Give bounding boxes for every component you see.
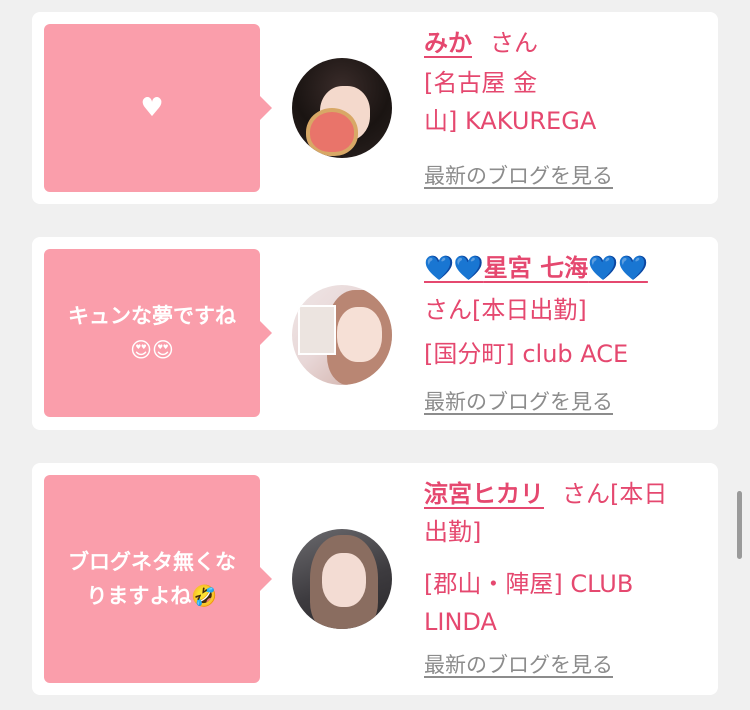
honorific-status: さん[本日 <box>562 480 668 508</box>
comment-text: りますよね🤣 <box>86 584 218 608</box>
avatar-photo-prop <box>298 305 336 355</box>
scrollbar[interactable] <box>737 491 742 559</box>
blog-card[interactable]: ブログネタ無くな りますよね🤣 涼宮ヒカリ さん[本日 出勤] [郡山・陣屋] C… <box>32 463 718 695</box>
honorific-status: 出勤] <box>424 518 482 546</box>
latest-blog-link[interactable]: 最新のブログを見る <box>424 386 613 416</box>
cast-name: 星宮 七海 <box>483 254 589 282</box>
heart-cookie-icon <box>306 108 358 156</box>
blue-heart-icon: 💙💙 <box>424 254 484 282</box>
comment-bubble: ブログネタ無くな りますよね🤣 <box>44 475 272 683</box>
blog-card[interactable]: ♥ みか さん [名古屋 金 山] KAKUREGA 最新のブログを見る <box>32 12 718 204</box>
avatar[interactable] <box>292 58 392 158</box>
comment-text: ブログネタ無くな <box>68 550 236 574</box>
avatar[interactable] <box>292 285 392 385</box>
comment-text: ♥ <box>140 93 164 123</box>
shop-name: [名古屋 金 <box>424 69 537 97</box>
cast-info: 涼宮ヒカリ さん[本日 出勤] [郡山・陣屋] CLUB LINDA <box>424 475 704 641</box>
honorific-status: さん[本日出勤] <box>424 296 587 324</box>
cast-info: 💙💙星宮 七海💙💙 さん[本日出勤] [国分町] club ACE <box>424 249 704 373</box>
bubble-tail <box>260 567 272 591</box>
blue-heart-icon: 💙💙 <box>588 254 648 282</box>
cast-info: みか さん [名古屋 金 山] KAKUREGA <box>424 24 704 140</box>
bubble-tail <box>260 96 272 120</box>
shop-name: LINDA <box>424 608 497 636</box>
latest-blog-link[interactable]: 最新のブログを見る <box>424 649 613 679</box>
avatar[interactable] <box>292 529 392 629</box>
bubble-tail <box>260 321 272 345</box>
blog-card[interactable]: キュンな夢ですね 😍😍 💙💙星宮 七海💙💙 さん[本日出勤] [国分町] clu… <box>32 237 718 430</box>
cast-name-link[interactable]: 💙💙星宮 七海💙💙 <box>424 254 648 282</box>
honorific: さん <box>490 29 538 57</box>
latest-blog-link[interactable]: 最新のブログを見る <box>424 160 613 190</box>
avatar-face <box>322 553 366 607</box>
cast-name-link[interactable]: みか <box>424 29 472 57</box>
shop-name: [郡山・陣屋] CLUB <box>424 570 634 598</box>
shop-name: [国分町] club ACE <box>424 340 629 368</box>
cast-name-link[interactable]: 涼宮ヒカリ <box>424 480 544 508</box>
comment-text: キュンな夢ですね <box>68 304 236 328</box>
avatar-face <box>337 307 382 362</box>
comment-bubble: ♥ <box>44 24 272 192</box>
shop-name: 山] KAKUREGA <box>424 107 597 135</box>
comment-emoji: 😍😍 <box>130 338 174 362</box>
comment-bubble: キュンな夢ですね 😍😍 <box>44 249 272 417</box>
